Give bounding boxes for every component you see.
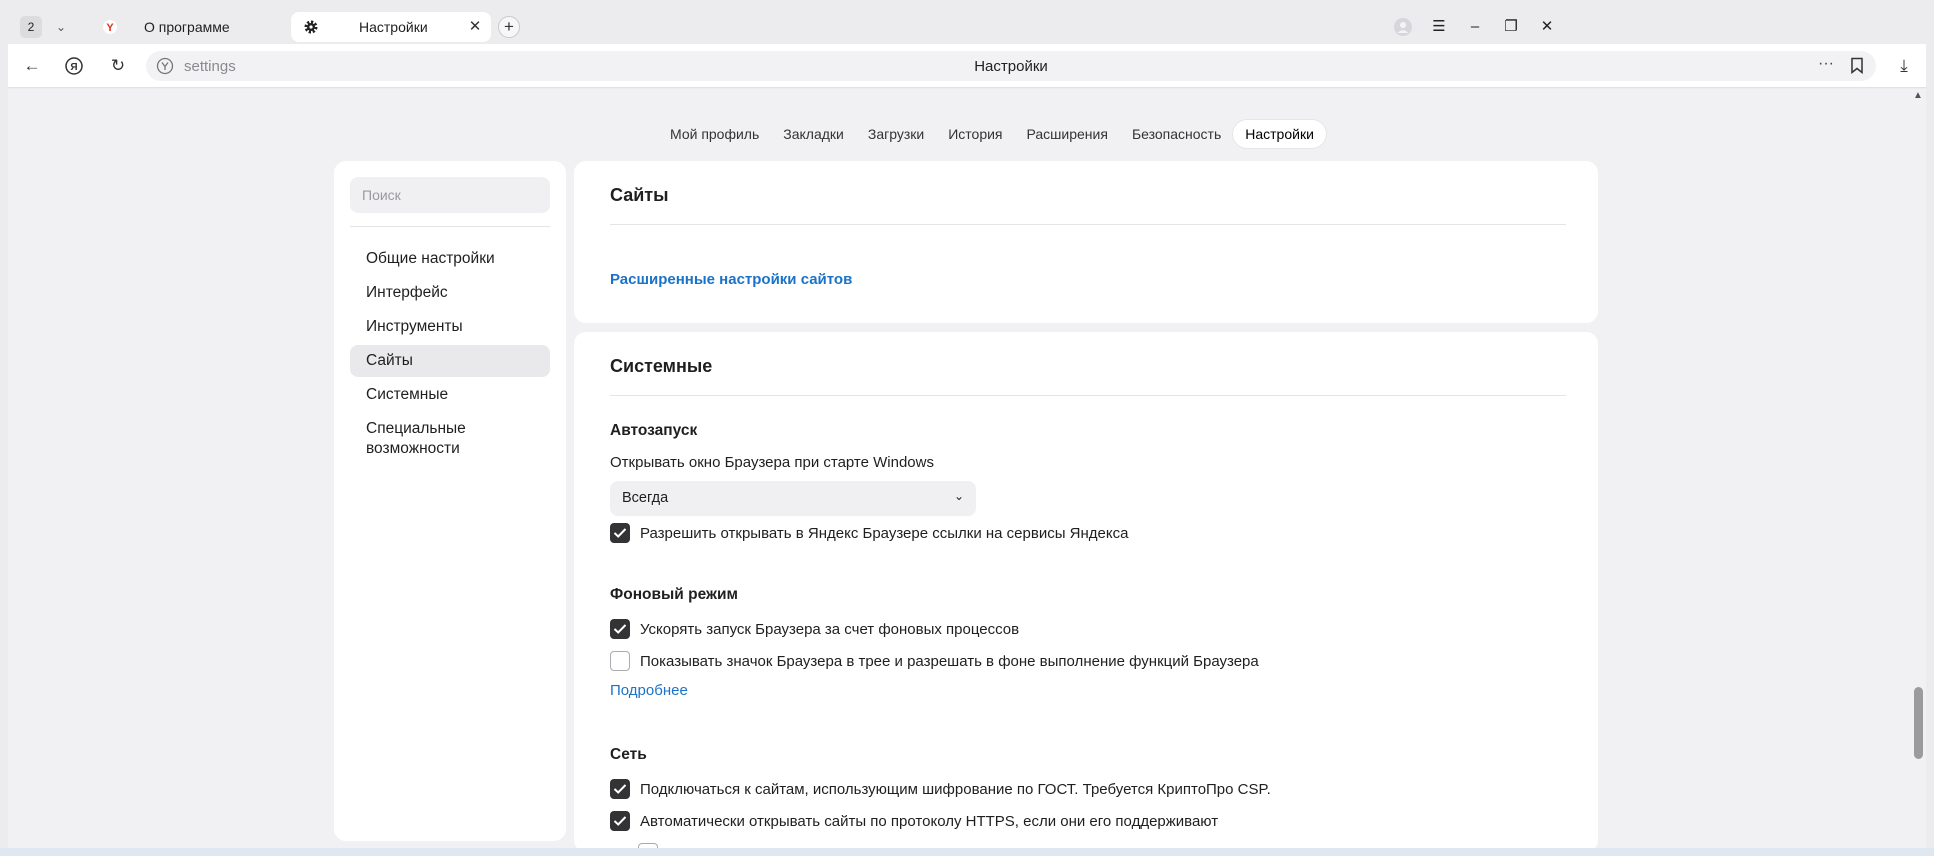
topnav-profile[interactable]: Мой профиль [658,120,771,148]
section-divider [610,395,1566,396]
select-value: Всегда [622,490,669,506]
minimize-icon[interactable]: ‒ [1462,14,1488,40]
close-icon[interactable]: ✕ [467,19,483,35]
topnav-bookmarks[interactable]: Закладки [771,120,856,148]
advanced-site-settings-link[interactable]: Расширенные настройки сайтов [610,271,852,288]
yandex-home-icon[interactable]: Я [62,54,86,78]
bookmark-icon[interactable] [1850,57,1864,79]
checkbox-label: Показывать значок Браузера в трее и разр… [640,652,1259,670]
sites-title: Сайты [610,185,669,205]
sidebar-item-system[interactable]: Системные [350,379,550,411]
topnav-settings[interactable]: Настройки [1233,120,1326,148]
checkbox-gost-encryption[interactable]: Подключаться к сайтам, использующим шифр… [610,778,1271,800]
svg-text:Y: Y [106,22,114,34]
url-field[interactable]: settings Настройки ··· [146,51,1876,81]
tab-count-badge[interactable]: 2 [20,16,42,38]
sidebar-item-sites[interactable]: Сайты [350,345,550,377]
sidebar-item-interface[interactable]: Интерфейс [350,277,550,309]
page-title: Настройки [974,58,1048,75]
network-title: Сеть [610,746,647,763]
chevron-down-icon[interactable]: ⌄ [50,16,72,38]
svg-text:Я: Я [70,62,77,73]
autostart-label: Открывать окно Браузера при старте Windo… [610,454,934,471]
section-divider [610,224,1566,225]
checkbox-background-processes[interactable]: Ускорять запуск Браузера за счет фоновых… [610,618,1019,640]
chevron-down-icon: ⌄ [953,489,964,503]
sites-card: Сайты Расширенные настройки сайтов [574,161,1598,323]
tab-settings[interactable]: Настройки ✕ [291,12,491,42]
autostart-select[interactable]: Всегда ⌄ [610,481,976,516]
checkbox-checked[interactable] [610,779,630,799]
tab-label: О программе [144,19,230,35]
topnav-security[interactable]: Безопасность [1120,120,1233,148]
gear-icon [303,19,319,35]
checkbox-yandex-links[interactable]: Разрешить открывать в Яндекс Браузере сс… [610,522,1128,544]
settings-page: Мой профиль Закладки Загрузки История Ра… [8,89,1910,856]
top-navigation: Мой профиль Закладки Загрузки История Ра… [658,120,1326,148]
sidebar-item-general[interactable]: Общие настройки [350,243,550,275]
search-input[interactable] [350,177,550,213]
system-title: Системные [610,356,713,376]
scroll-up-arrow-icon[interactable]: ▲ [1913,90,1923,101]
topnav-history[interactable]: История [936,120,1014,148]
profile-avatar-icon[interactable] [1390,14,1416,40]
topnav-extensions[interactable]: Расширения [1015,120,1120,148]
scrollbar-thumb[interactable] [1914,687,1923,759]
new-tab-button[interactable]: + [498,16,520,38]
autostart-title: Автозапуск [610,422,698,439]
checkbox-tray-icon[interactable]: Показывать значок Браузера в трее и разр… [610,650,1259,672]
tab-label: Настройки [359,19,428,35]
checkbox-checked[interactable] [610,619,630,639]
background-mode-title: Фоновый режим [610,586,738,603]
checkbox-label: Ускорять запуск Браузера за счет фоновых… [640,620,1020,638]
checkbox-checked[interactable] [610,811,630,831]
address-bar: ← Я ↻ settings Настройки ··· ⤓ [8,44,1926,88]
restore-icon[interactable]: ❐ [1498,14,1524,40]
sidebar-divider [350,226,550,227]
system-card: Системные Автозапуск Открывать окно Брау… [574,332,1598,856]
tab-about[interactable]: Y О программе [90,12,286,42]
scrollbar[interactable]: ▲ [1910,89,1926,848]
checkbox-label: Автоматически открывать сайты по протоко… [640,812,1219,830]
checkbox-unchecked[interactable] [610,651,630,671]
reload-icon[interactable]: ↻ [106,54,130,78]
menu-icon[interactable]: ☰ [1426,14,1452,40]
tab-bar: 2 ⌄ Y О программе Настройки ✕ + ☰ ‒ ❐ ✕ [8,8,1926,44]
checkbox-label: Разрешить открывать в Яндекс Браузере сс… [640,524,1129,542]
sidebar-item-accessibility[interactable]: Специальные возможности [350,413,520,465]
checkbox-label: Подключаться к сайтам, использующим шифр… [640,780,1271,798]
checkbox-https-auto[interactable]: Автоматически открывать сайты по протоко… [610,810,1218,832]
window-close-icon[interactable]: ✕ [1534,14,1560,40]
topnav-downloads[interactable]: Загрузки [856,120,936,148]
download-icon[interactable]: ⤓ [1892,54,1916,78]
checkbox-checked[interactable] [610,523,630,543]
yandex-y-icon: Y [102,19,118,35]
taskbar-edge [0,848,1934,856]
settings-sidebar: Общие настройки Интерфейс Инструменты Са… [334,161,566,841]
back-arrow-icon[interactable]: ← [20,54,44,78]
more-info-link[interactable]: Подробнее [610,682,688,699]
sidebar-item-tools[interactable]: Инструменты [350,311,550,343]
more-dots-icon[interactable]: ··· [1818,55,1834,73]
